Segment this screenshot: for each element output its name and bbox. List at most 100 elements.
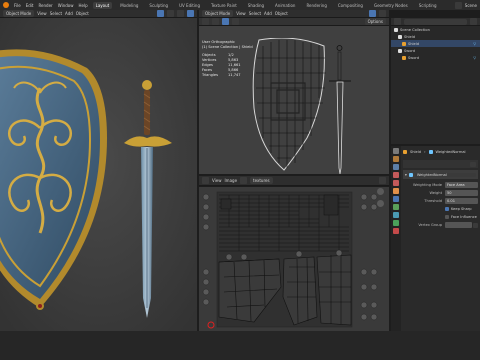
snap-icon[interactable] — [222, 18, 229, 25]
modifier-options-icon[interactable] — [470, 161, 476, 167]
mesh-object-icon — [402, 41, 406, 46]
outliner-row-sword-object[interactable]: Sword ▽ — [391, 54, 480, 61]
workspace-tab-modeling[interactable]: Modeling — [117, 2, 141, 9]
uv-menu-image[interactable]: Image — [225, 178, 238, 183]
material-tab-icon[interactable] — [393, 228, 399, 234]
uv-image-editor[interactable] — [199, 187, 389, 331]
blender-logo-icon[interactable] — [3, 2, 9, 8]
right-viewport-top-strip — [199, 26, 389, 38]
uv-menu-view[interactable]: View — [212, 178, 222, 183]
invert-vertex-group-icon[interactable] — [473, 222, 478, 228]
outliner-row-shield-collection[interactable]: Shield — [391, 33, 480, 40]
breadcrumb-object: Shield — [410, 150, 422, 154]
image-name-field[interactable]: textures — [250, 177, 273, 184]
modifier-header[interactable]: ▾ WeightedNormal — [403, 170, 478, 179]
scene-selector[interactable]: Scene — [454, 1, 480, 9]
left-snap-icon[interactable] — [167, 10, 174, 17]
right-options-button[interactable]: Options — [364, 18, 386, 25]
view-collection: (1) Scene Collection | Shield — [202, 45, 253, 49]
workspace-tab-geometry-nodes[interactable]: Geometry Nodes — [371, 2, 411, 9]
right-menu-view[interactable]: View — [236, 11, 246, 16]
image-browse-icon[interactable] — [240, 177, 248, 184]
particles-tab-icon[interactable] — [393, 204, 399, 210]
checkbox-label: Face Influence — [451, 215, 477, 219]
outliner-search-field[interactable] — [404, 18, 467, 25]
right-menu-add[interactable]: Add — [264, 11, 272, 16]
left-menu-view[interactable]: View — [37, 11, 47, 16]
pivot-icon[interactable] — [212, 18, 219, 25]
workspace-tab-layout[interactable]: Layout — [92, 1, 113, 9]
right-shading-icon[interactable] — [369, 10, 376, 17]
filter-icon[interactable] — [470, 18, 477, 25]
stat-label: Triangles — [202, 73, 218, 77]
workspace-tab-compositing[interactable]: Compositing — [335, 2, 366, 9]
left-menu-select[interactable]: Select — [50, 11, 62, 16]
right-mode-select[interactable]: Object Mode — [202, 10, 234, 17]
outliner-row-sword-collection[interactable]: Sword — [391, 47, 480, 54]
collection-icon — [398, 34, 402, 39]
world-tab-icon[interactable] — [393, 180, 399, 186]
add-modifier-row[interactable] — [403, 160, 478, 168]
menu-file[interactable]: File — [14, 3, 21, 8]
right-menu-object[interactable]: Object — [275, 11, 288, 16]
menu-help[interactable]: Help — [78, 3, 87, 8]
outliner-row-shield-object[interactable]: Shield ▽ — [391, 40, 480, 47]
editor-type-icon[interactable] — [202, 177, 209, 184]
stat-value: 11,747 — [228, 73, 241, 77]
proportional-edit-icon[interactable] — [232, 18, 239, 25]
prop-label: Threshold — [424, 199, 442, 203]
face-influence-checkbox[interactable] — [445, 215, 449, 219]
workspace-tab-texture-paint[interactable]: Texture Paint — [208, 2, 240, 9]
workspace-tab-uv-editing[interactable]: UV Editing — [176, 2, 203, 9]
scene-tab-icon[interactable] — [393, 172, 399, 178]
vertex-group-field[interactable] — [445, 222, 472, 228]
chevron-down-icon[interactable]: ▾ — [405, 173, 407, 177]
output-tab-icon[interactable] — [393, 164, 399, 170]
weight-slider[interactable]: 50 — [445, 190, 478, 196]
modifier-name-field[interactable]: WeightedNormal — [414, 172, 476, 177]
modifier-tab-icon[interactable] — [393, 196, 399, 202]
render-tab-icon[interactable] — [393, 156, 399, 162]
outliner-row-scene-collection[interactable]: Scene Collection — [391, 26, 480, 33]
left-menu-object[interactable]: Object — [76, 11, 89, 16]
outliner-item-label: Scene Collection — [400, 27, 430, 32]
workspace-tab-scripting[interactable]: Scripting — [416, 2, 440, 9]
pan-icon[interactable] — [377, 200, 384, 207]
data-tab-icon[interactable] — [393, 220, 399, 226]
viewport-info: User Orthographic (1) Scene Collection |… — [202, 40, 253, 50]
object-tab-icon[interactable] — [393, 188, 399, 194]
scene-label: Scene — [464, 2, 477, 8]
workspace-tab-rendering[interactable]: Rendering — [303, 2, 329, 9]
left-menu-add[interactable]: Add — [65, 11, 73, 16]
left-3d-viewport[interactable] — [0, 18, 197, 331]
workspace-tab-animation[interactable]: Animation — [272, 2, 298, 9]
menu-window[interactable]: Window — [58, 3, 74, 8]
left-transform-orientation-icon[interactable] — [157, 10, 164, 17]
left-overlay-icon[interactable] — [177, 10, 184, 17]
zoom-icon[interactable] — [377, 188, 384, 195]
tool-tab-icon[interactable] — [393, 148, 399, 154]
physics-tab-icon[interactable] — [393, 212, 399, 218]
prop-row-vertex-group: Vertex Group — [403, 221, 480, 229]
left-mode-select[interactable]: Object Mode — [3, 10, 35, 17]
right-viewport-header: Object Mode View Select Add Object — [199, 10, 389, 18]
weighting-mode-select[interactable]: Face Area — [445, 182, 478, 188]
keep-sharp-checkbox[interactable] — [445, 207, 449, 211]
outliner-item-label: Sword — [404, 48, 416, 53]
right-overlay-icon[interactable] — [379, 10, 386, 17]
right-menu-select[interactable]: Select — [249, 11, 261, 16]
outliner-panel: Scene Collection Shield Shield ▽ Sword S… — [391, 18, 480, 144]
threshold-field[interactable]: 0.01 — [445, 198, 478, 204]
transform-global-icon[interactable] — [202, 18, 209, 25]
menu-edit[interactable]: Edit — [26, 3, 34, 8]
prop-row-threshold: Threshold 0.01 — [403, 197, 480, 205]
outliner-header — [391, 18, 480, 26]
left-shading-icon[interactable] — [187, 10, 194, 17]
menu-render[interactable]: Render — [38, 3, 52, 8]
right-3d-viewport[interactable]: User Orthographic (1) Scene Collection |… — [199, 38, 389, 174]
workspace-tab-shading[interactable]: Shading — [245, 2, 267, 9]
collection-icon — [394, 27, 398, 32]
navigation-gizmo[interactable] — [375, 180, 387, 220]
workspace-tab-sculpting[interactable]: Sculpting — [146, 2, 171, 9]
outliner-display-mode-icon[interactable] — [394, 18, 401, 25]
